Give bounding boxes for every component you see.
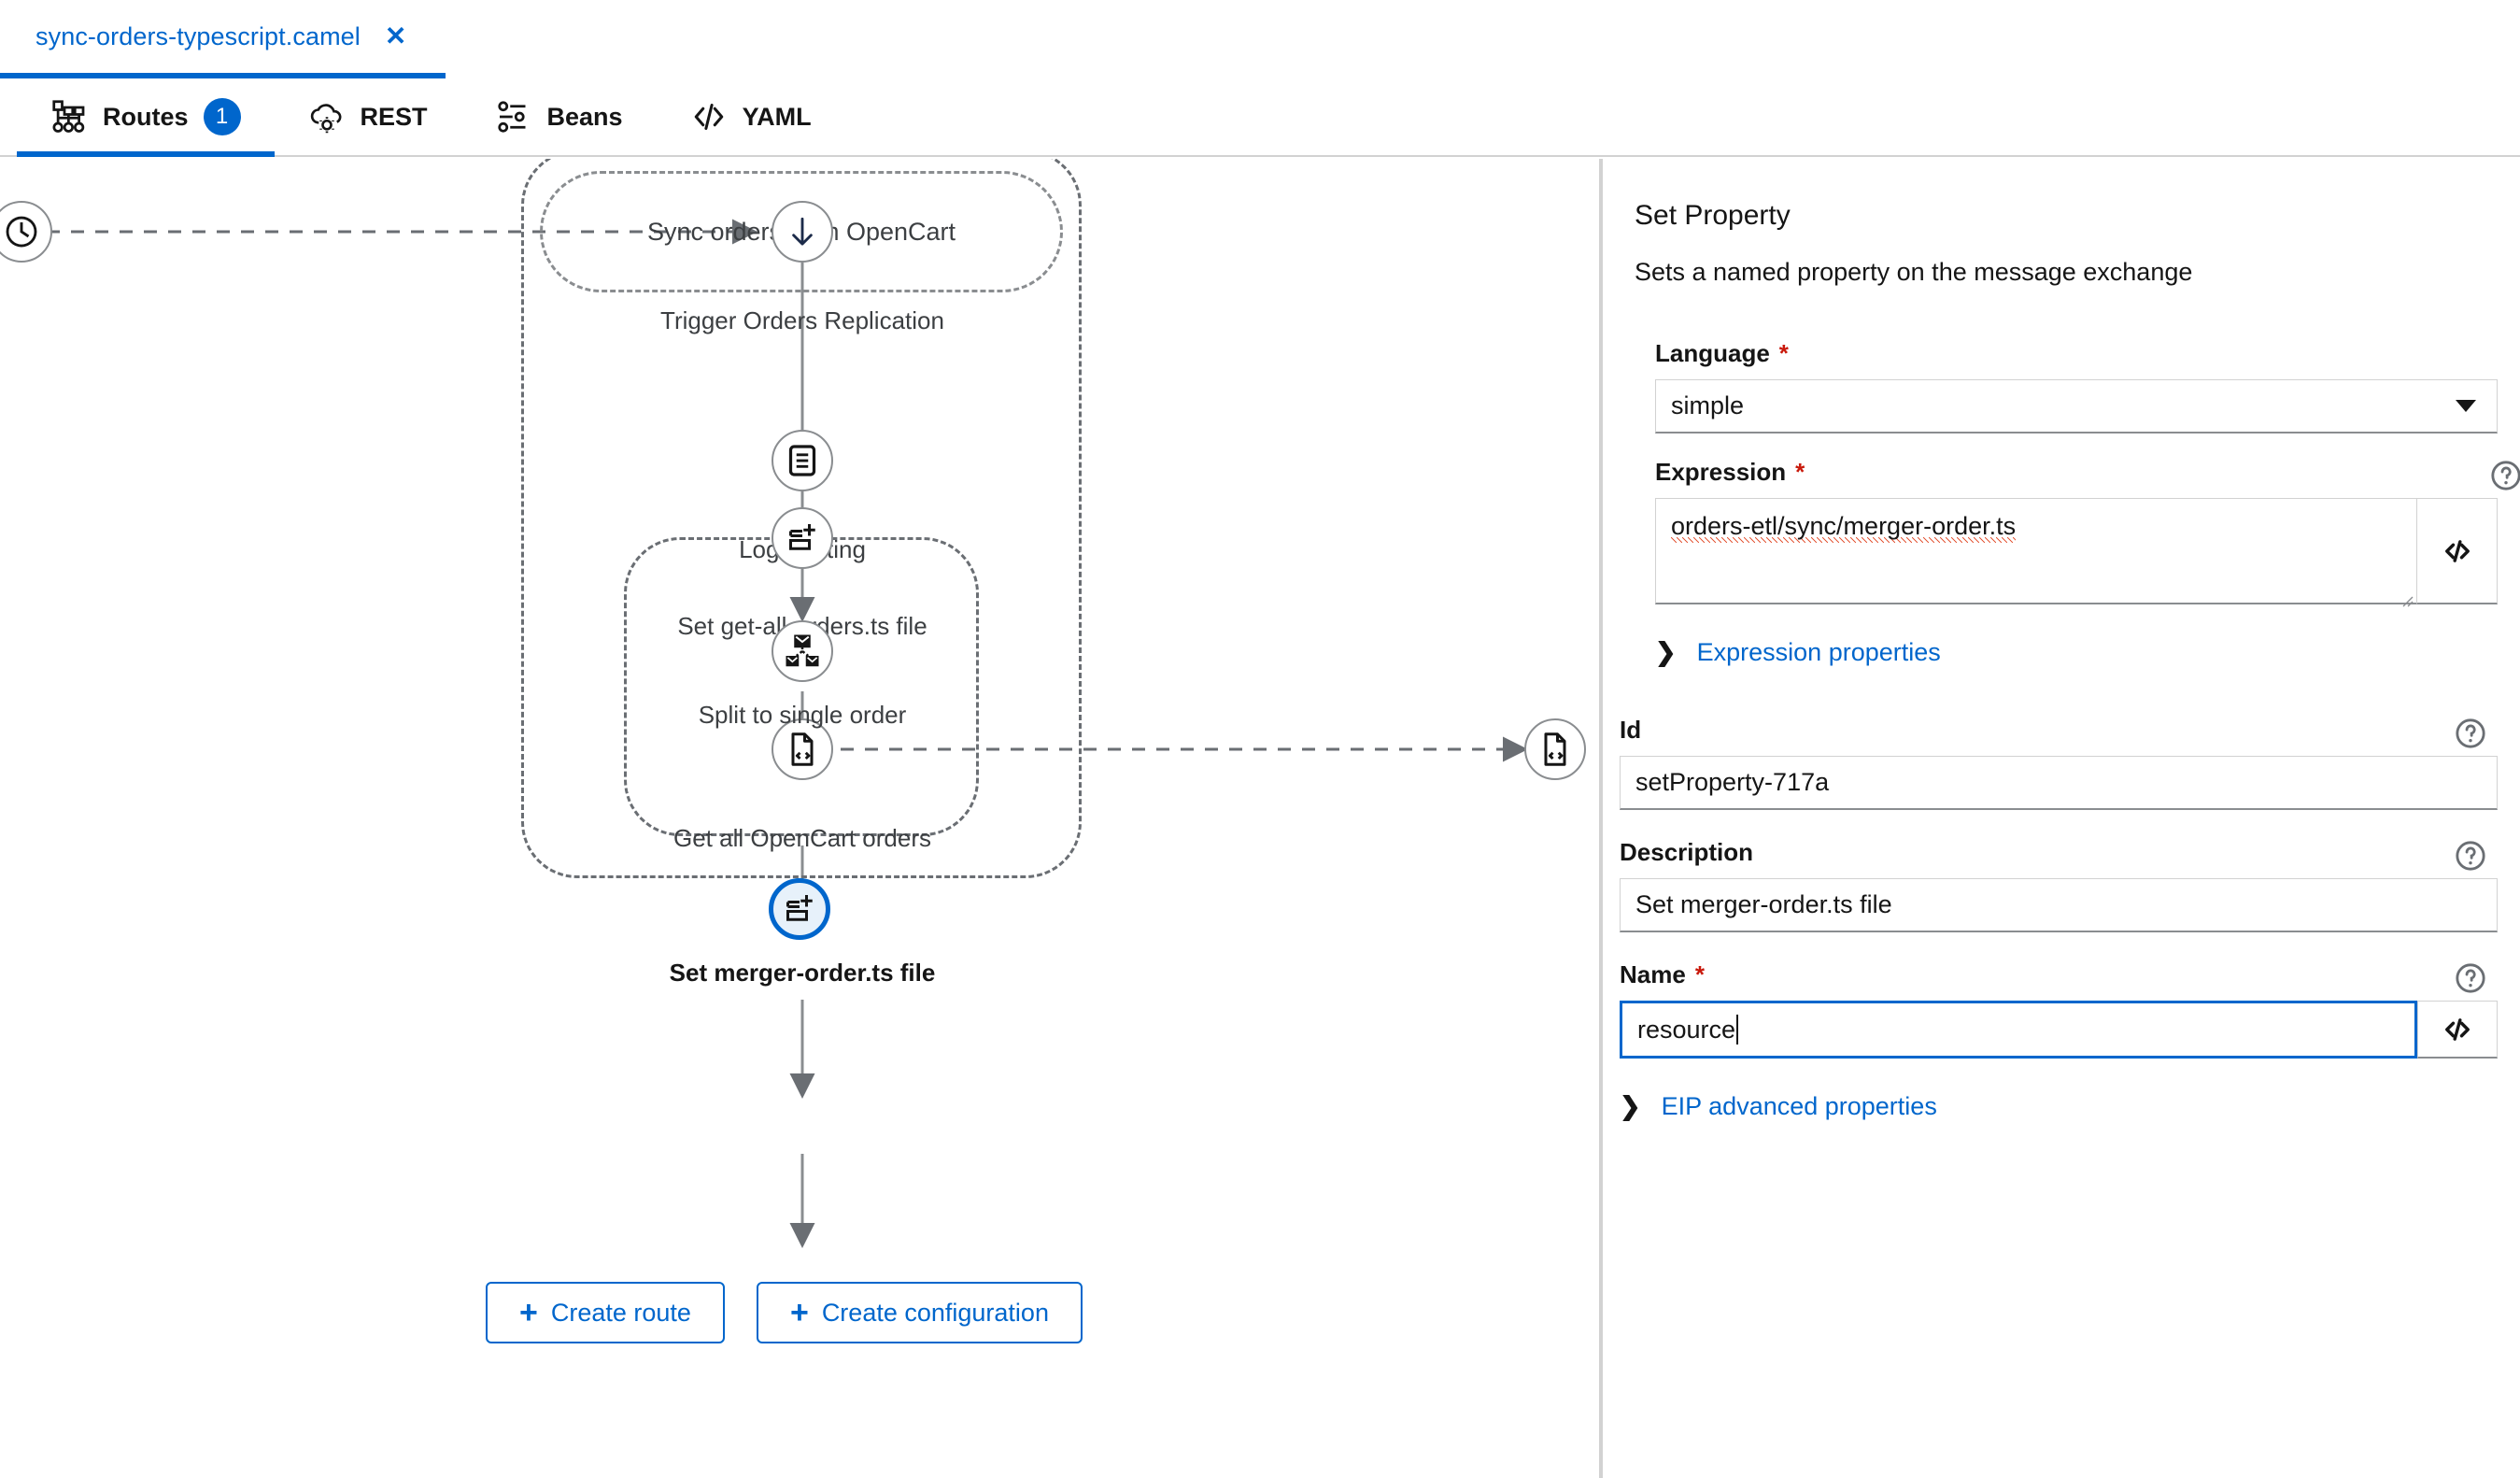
create-route-label: Create route <box>550 1298 691 1327</box>
file-code-icon <box>791 732 814 766</box>
name-code-editor-button[interactable] <box>2417 1001 2498 1059</box>
tab-routes-label: Routes <box>103 102 189 131</box>
chevron-right-icon: ❯ <box>1655 638 1677 666</box>
tab-rest-label: REST <box>360 102 428 131</box>
id-input[interactable]: setProperty-717a <box>1620 756 2498 810</box>
field-language: Language * simple <box>1655 339 2498 433</box>
close-icon[interactable]: ✕ <box>385 23 406 50</box>
node-split-to-single-order[interactable] <box>772 620 833 682</box>
expression-input-group: orders-etl/sync/merger-order.ts <box>1655 498 2498 607</box>
text-cursor <box>1736 1015 1739 1045</box>
tab-yaml-label: YAML <box>742 102 812 131</box>
help-circle-icon[interactable] <box>2455 718 2486 749</box>
canvas-action-buttons: + Create route + Create configuration <box>486 1282 1083 1343</box>
node-trigger-orders-replication[interactable] <box>772 201 833 263</box>
split-envelopes-icon <box>786 634 819 667</box>
tab-beans-label: Beans <box>546 102 623 131</box>
help-circle-icon[interactable] <box>2455 962 2486 994</box>
routes-icon <box>50 98 88 135</box>
id-label: Id <box>1620 716 1642 744</box>
field-description: Description Set merger-order.ts file <box>1620 838 2498 932</box>
expander-expression-properties[interactable]: ❯ Expression properties <box>1655 638 2520 667</box>
expression-code-editor-button[interactable] <box>2417 498 2498 604</box>
properties-panel: Set Property Sets a named property on th… <box>1603 159 2520 1478</box>
node-label-get-all-opencart-orders: Get all OpenCart orders <box>672 824 932 852</box>
create-route-button[interactable]: + Create route <box>486 1282 725 1343</box>
split-container[interactable] <box>624 537 979 836</box>
required-asterisk: * <box>1778 339 1789 367</box>
expander-eip-advanced-properties-label: EIP advanced properties <box>1661 1092 1937 1120</box>
chevron-right-icon: ❯ <box>1620 1092 1641 1120</box>
panel-title: Set Property <box>1635 200 1791 231</box>
tab-rest[interactable]: REST <box>275 78 461 155</box>
timer-clock-icon <box>6 216 37 248</box>
set-property-icon <box>786 895 813 921</box>
name-input-group: resource <box>1620 1001 2498 1059</box>
description-value: Set merger-order.ts file <box>1635 890 1892 918</box>
help-circle-icon[interactable] <box>2455 840 2486 872</box>
tab-beans[interactable]: Beans <box>461 78 657 155</box>
node-external-file[interactable] <box>1524 718 1586 780</box>
route-diagram-canvas[interactable]: Sync orders from OpenCart Trigger Orders… <box>0 159 1599 1478</box>
node-label-split-to-single-order: Split to single order <box>698 701 907 729</box>
code-brackets-icon <box>2444 539 2470 562</box>
node-set-get-all-orders[interactable] <box>772 507 833 569</box>
beans-sliders-icon <box>495 98 532 135</box>
expression-label-row: Expression * <box>1655 458 2498 487</box>
language-select[interactable]: simple <box>1655 379 2498 433</box>
plus-icon: + <box>789 1295 809 1330</box>
plus-icon: + <box>519 1295 538 1330</box>
expression-textarea[interactable]: orders-etl/sync/merger-order.ts <box>1655 498 2417 607</box>
set-property-icon <box>789 524 815 550</box>
description-label: Description <box>1620 838 1754 866</box>
name-input[interactable]: resource <box>1620 1001 2417 1059</box>
field-expression: Expression * orders-etl/sync/merger-orde… <box>1655 458 2520 607</box>
help-circle-icon[interactable] <box>2490 460 2520 491</box>
main-tab-bar: Routes 1 REST Beans YAML <box>0 78 2520 157</box>
create-configuration-button[interactable]: + Create configuration <box>756 1282 1083 1343</box>
expression-value: orders-etl/sync/merger-order.ts <box>1671 512 2017 543</box>
node-label-set-merger-order: Set merger-order.ts file <box>669 959 936 987</box>
name-value: resource <box>1637 1015 1736 1044</box>
file-code-icon <box>1544 732 1566 766</box>
file-tab-strip: sync-orders-typescript.camel ✕ <box>0 0 2520 78</box>
field-name: Name * resource <box>1620 960 2498 1059</box>
tab-routes[interactable]: Routes 1 <box>17 78 275 157</box>
node-log-starting[interactable] <box>772 430 833 491</box>
rest-cloud-icon <box>308 98 346 135</box>
create-configuration-label: Create configuration <box>821 1298 1049 1327</box>
expression-label: Expression <box>1655 458 1787 486</box>
required-asterisk: * <box>1694 960 1705 988</box>
file-tab-sync-orders[interactable]: sync-orders-typescript.camel ✕ <box>0 0 446 78</box>
name-label-row: Name * <box>1620 960 2498 989</box>
name-label: Name <box>1620 960 1686 988</box>
panel-description: Sets a named property on the message exc… <box>1635 258 2193 286</box>
tab-routes-badge: 1 <box>203 98 241 135</box>
arrow-down-icon <box>792 217 813 246</box>
code-yaml-icon <box>690 98 728 135</box>
node-label-trigger: Trigger Orders Replication <box>660 306 944 334</box>
textarea-resize-handle[interactable] <box>2399 585 2414 607</box>
tab-yaml[interactable]: YAML <box>657 78 845 155</box>
node-set-merger-order-selected[interactable] <box>769 878 830 940</box>
expander-eip-advanced-properties[interactable]: ❯ EIP advanced properties <box>1620 1092 2520 1121</box>
field-id: Id setProperty-717a <box>1620 716 2498 810</box>
description-input[interactable]: Set merger-order.ts file <box>1620 878 2498 932</box>
id-value: setProperty-717a <box>1635 768 1830 796</box>
file-tab-label: sync-orders-typescript.camel <box>35 21 361 50</box>
language-label-row: Language * <box>1655 339 2498 368</box>
code-brackets-icon <box>2445 1017 2470 1041</box>
expander-expression-properties-label: Expression properties <box>1696 638 1941 666</box>
chevron-down-icon <box>2456 400 2476 412</box>
log-document-icon <box>788 445 816 476</box>
language-select-value: simple <box>1671 391 1745 419</box>
required-asterisk: * <box>1795 458 1805 486</box>
language-label: Language <box>1655 339 1770 367</box>
